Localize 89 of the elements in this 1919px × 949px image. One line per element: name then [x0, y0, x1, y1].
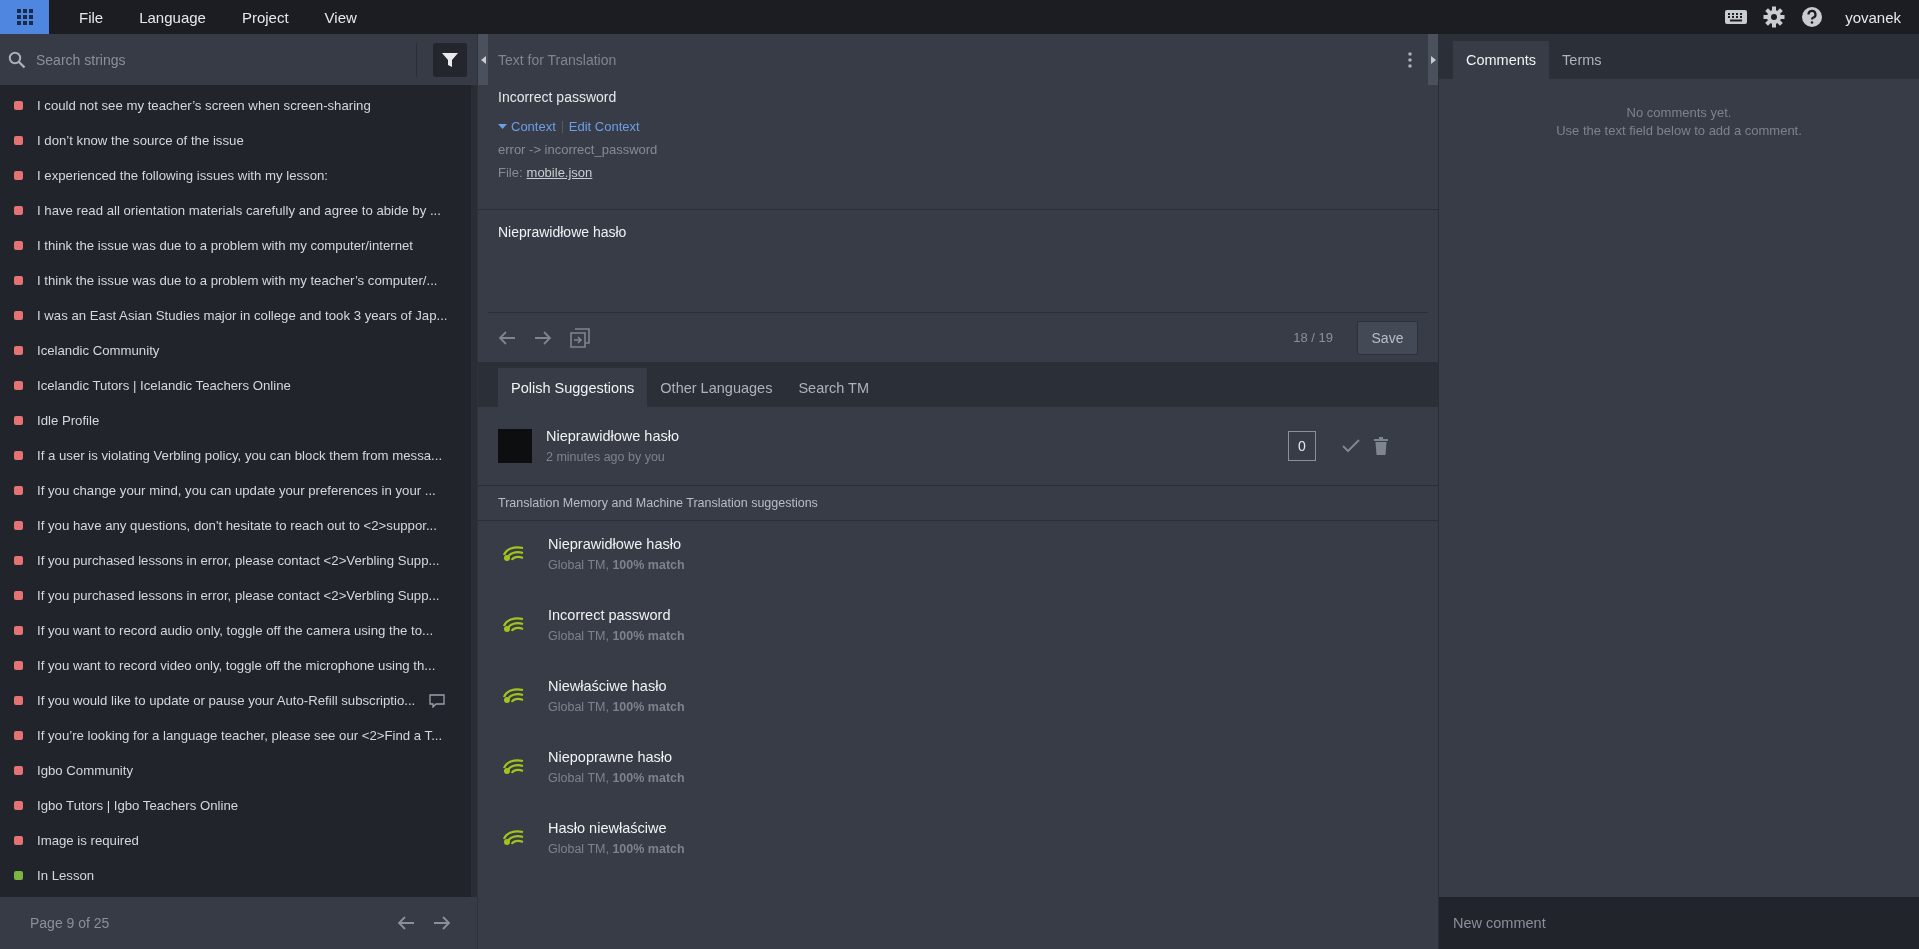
string-item[interactable]: Image is required — [37, 833, 139, 848]
triangle-right-icon — [1430, 55, 1436, 64]
menu-item[interactable]: Project — [223, 0, 307, 34]
avatar-placeholder — [498, 429, 532, 463]
filter-icon — [441, 50, 459, 69]
string-item[interactable]: I could not see my teacher’s screen when screen-sharing — [37, 98, 371, 113]
string-item[interactable]: Igbo Community — [37, 763, 133, 778]
section-title: Text for Translation — [498, 51, 617, 68]
arrow-right-icon[interactable] — [433, 915, 451, 931]
suggestion-tab[interactable]: Other Languages — [647, 368, 786, 407]
user-name[interactable]: yovanek — [1845, 8, 1901, 26]
section-header: Translation Memory and Machine Translation suggestions — [478, 486, 1438, 521]
collapse-handle[interactable] — [478, 34, 488, 85]
copy-source-icon[interactable] — [570, 327, 590, 348]
string-item[interactable]: Icelandic Community — [37, 343, 160, 358]
menu-item[interactable]: File — [61, 0, 122, 34]
progress-counter: 18 / 19 — [1293, 330, 1333, 345]
tm-logo-icon — [502, 828, 524, 847]
suggestion-text[interactable]: Hasło niewłaściwe — [548, 819, 685, 836]
suggestion-meta: Global TM, 100% match — [548, 628, 685, 643]
tm-logo-icon — [502, 544, 524, 563]
suggestion-text[interactable]: Niepoprawne hasło — [548, 748, 685, 765]
suggestion-text[interactable]: Nieprawidłowe hasło — [546, 428, 679, 444]
suggestion-meta: Global TM, 100% match — [548, 699, 685, 714]
suggestion-meta: Global TM, 100% match — [548, 770, 685, 785]
arrow-left-icon[interactable] — [397, 915, 415, 931]
string-item[interactable]: Idle Profile — [37, 413, 100, 428]
tm-logo-icon — [502, 686, 524, 705]
comment-field[interactable]: New comment — [1439, 897, 1919, 949]
vote-count: 0 — [1288, 431, 1316, 461]
suggestion-meta: 2 minutes ago by you — [546, 450, 666, 464]
filter-button[interactable] — [433, 42, 467, 77]
string-item[interactable]: Icelandic Tutors | Icelandic Teachers Online — [37, 378, 291, 393]
apps-grid-button[interactable] — [0, 0, 49, 34]
source-text: Incorrect password — [498, 88, 618, 107]
string-item[interactable]: If you’re looking for a language teacher, please see our <2>Find a T... — [37, 728, 443, 743]
string-item[interactable]: Igbo Tutors | Igbo Teachers Online — [37, 798, 239, 813]
trash-icon[interactable] — [1374, 437, 1388, 455]
string-item[interactable]: If you purchased lessons in error, please contact <2>Verbling Supp... — [37, 553, 440, 568]
arrow-left-icon[interactable] — [498, 329, 516, 346]
suggestion-text[interactable]: Nieprawidłowe hasło — [548, 535, 685, 552]
suggestion-meta: Global TM, 100% match — [548, 557, 685, 572]
string-item[interactable]: If you want to record video only, toggle off the microphone using th... — [37, 658, 436, 673]
side-tab[interactable]: Terms — [1549, 41, 1615, 79]
string-item[interactable]: I think the issue was due to a problem with my computer/internet — [37, 238, 414, 253]
string-item[interactable]: I don’t know the source of the issue — [37, 133, 244, 148]
string-item[interactable]: If you have any questions, don't hesitate to reach out to <2>suppor... — [37, 518, 437, 533]
empty-message: No comments yet. — [1626, 105, 1732, 120]
search-box[interactable]: Search strings — [0, 34, 477, 85]
keyboard-icon[interactable] — [1725, 9, 1748, 25]
page-label: Page 9 of 25 — [30, 915, 110, 931]
suggestion-tab[interactable]: Polish Suggestions — [498, 368, 648, 407]
save-button[interactable]: Save — [1357, 320, 1418, 355]
side-tab[interactable]: Comments — [1453, 41, 1550, 79]
caret-down-icon — [498, 122, 507, 131]
string-item[interactable]: If a user is violating Verbling policy, you can block them from messa... — [37, 448, 443, 463]
string-item[interactable]: I have read all orientation materials carefully and agree to abide by ... — [37, 203, 441, 218]
collapse-handle[interactable] — [1428, 34, 1438, 85]
context-toggle[interactable]: Context — [498, 119, 556, 134]
grid-icon — [16, 9, 33, 25]
triangle-left-icon — [480, 55, 486, 64]
check-icon[interactable] — [1342, 439, 1360, 453]
string-item[interactable]: If you purchased lessons in error, please contact <2>Verbling Supp... — [37, 588, 440, 603]
suggestion-text[interactable]: Incorrect password — [548, 606, 685, 623]
help-icon[interactable] — [1801, 6, 1824, 28]
string-item[interactable]: I experienced the following issues with my lesson: — [37, 168, 328, 183]
string-item[interactable]: If you change your mind, you can update your preferences in your ... — [37, 483, 436, 498]
file-label: File: — [498, 165, 523, 180]
menu-item[interactable]: Language — [121, 0, 224, 34]
settings-icon[interactable] — [1763, 6, 1786, 28]
suggestion-meta: Global TM, 100% match — [548, 841, 685, 856]
string-item[interactable]: If you want to record audio only, toggle off the camera using the to... — [37, 623, 434, 638]
context-key: error -> incorrect_password — [498, 142, 1418, 157]
suggestion-tab[interactable]: Search TM — [785, 368, 883, 407]
arrow-right-icon[interactable] — [534, 329, 552, 346]
empty-message: Use the text field below to add a comment. — [1556, 123, 1802, 138]
search-icon — [8, 50, 26, 69]
string-item[interactable]: In Lesson — [37, 868, 95, 883]
file-link[interactable]: mobile.json — [526, 165, 593, 180]
tm-logo-icon — [502, 757, 524, 776]
more-icon[interactable] — [1408, 51, 1412, 68]
string-item[interactable]: I was an East Asian Studies major in college and took 3 years of Jap... — [37, 308, 448, 323]
suggestion-text[interactable]: Niewłaściwe hasło — [548, 677, 685, 694]
tm-logo-icon — [502, 615, 524, 634]
string-item[interactable]: If you would like to update or pause your Auto-Refill subscriptio... — [37, 693, 416, 708]
edit-context-link[interactable]: Edit Context — [568, 119, 640, 134]
string-item[interactable]: I think the issue was due to a problem with my teacher’s computer/... — [37, 273, 438, 288]
menu-item[interactable]: View — [306, 0, 375, 34]
search-field[interactable]: Search strings — [36, 42, 417, 77]
